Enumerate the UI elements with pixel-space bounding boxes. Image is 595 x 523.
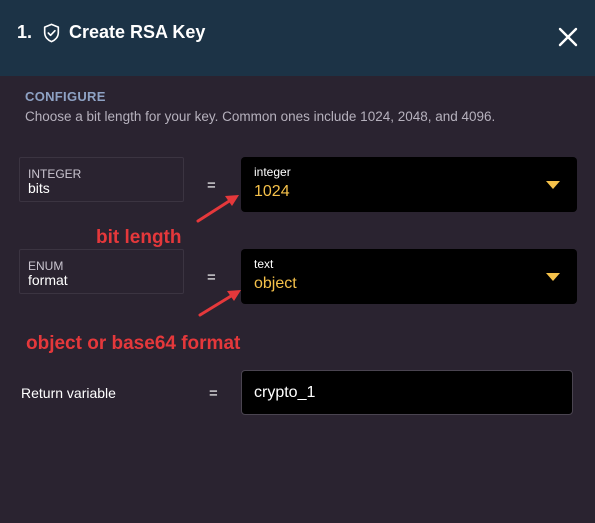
configure-description: Choose a bit length for your key. Common… bbox=[25, 109, 496, 124]
bits-select[interactable]: integer 1024 bbox=[241, 157, 577, 212]
annotation-arrow-icon bbox=[196, 195, 239, 223]
select-type-label: text bbox=[254, 257, 274, 271]
shield-check-icon bbox=[43, 23, 60, 42]
param-name: bits bbox=[28, 180, 50, 196]
param-label-format: ENUM format bbox=[19, 249, 184, 294]
title-text: Create RSA Key bbox=[69, 22, 206, 42]
select-value: 1024 bbox=[254, 183, 290, 200]
return-variable-input[interactable] bbox=[241, 370, 573, 415]
annotation-arrow-icon bbox=[198, 290, 241, 317]
dialog-title: 1. Create RSA Key bbox=[17, 22, 205, 43]
configure-heading: CONFIGURE bbox=[25, 89, 106, 104]
select-value: object bbox=[254, 275, 297, 292]
param-type: INTEGER bbox=[28, 167, 82, 181]
param-label-bits: INTEGER bits bbox=[19, 157, 184, 202]
dialog-header: 1. Create RSA Key bbox=[0, 0, 595, 76]
chevron-down-icon[interactable] bbox=[546, 181, 560, 189]
chevron-down-icon[interactable] bbox=[546, 273, 560, 281]
format-select[interactable]: text object bbox=[241, 249, 577, 304]
equals-sign: = bbox=[209, 385, 218, 402]
annotation-format: object or base64 format bbox=[26, 333, 241, 354]
annotation-bit-length: bit length bbox=[96, 227, 182, 248]
close-icon[interactable] bbox=[557, 26, 579, 48]
param-name: format bbox=[28, 272, 68, 288]
return-variable-label: Return variable bbox=[21, 385, 116, 401]
param-type: ENUM bbox=[28, 259, 64, 273]
select-type-label: integer bbox=[254, 165, 291, 179]
step-number: 1. bbox=[17, 22, 33, 42]
